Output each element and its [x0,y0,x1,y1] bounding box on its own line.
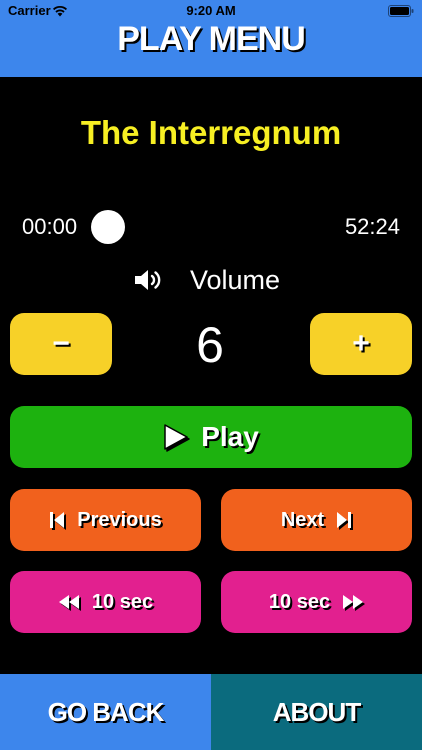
previous-button[interactable]: Previous [10,489,201,551]
play-triangle-icon [164,424,188,450]
status-bar: Carrier 9:20 AM [0,0,422,22]
battery-icon [388,5,414,17]
volume-label: Volume [190,265,281,295]
play-label: Play [201,421,259,452]
skip-previous-icon [50,512,65,528]
track-title: The Interregnum [80,114,342,151]
forward-label: 10 sec [268,590,331,613]
progress-slider-knob[interactable] [91,210,125,244]
status-time: 9:20 AM [186,3,236,18]
forward-10-button[interactable]: 10 sec [221,571,412,633]
rewind-10-button[interactable]: 10 sec [10,571,201,633]
volume-down-button[interactable]: − [10,313,112,375]
previous-label: Previous [77,508,162,531]
about-button[interactable]: ABOUT [211,674,422,750]
elapsed-time: 00:00 [22,214,78,239]
volume-up-label: + [352,327,370,360]
next-label: Next [280,508,325,531]
header-bar: Carrier 9:20 AM PLAY MENU [0,0,422,77]
fast-forward-icon [343,595,364,609]
rewind-label: 10 sec [91,590,154,613]
rewind-icon [58,595,79,609]
play-button[interactable]: Play [10,406,412,468]
speaker-icon [135,270,161,290]
skip-next-icon [337,512,352,528]
volume-down-label: − [52,327,70,360]
volume-value: 6 [196,317,224,373]
about-label: ABOUT [272,696,361,727]
volume-up-button[interactable]: + [310,313,412,375]
next-button[interactable]: Next [221,489,412,551]
total-time: 52:24 [344,214,400,239]
go-back-button[interactable]: GO BACK [0,674,211,750]
progress-slider-track[interactable] [108,226,328,229]
go-back-label: GO BACK [47,696,165,727]
page-title: PLAY MENU [117,20,306,58]
